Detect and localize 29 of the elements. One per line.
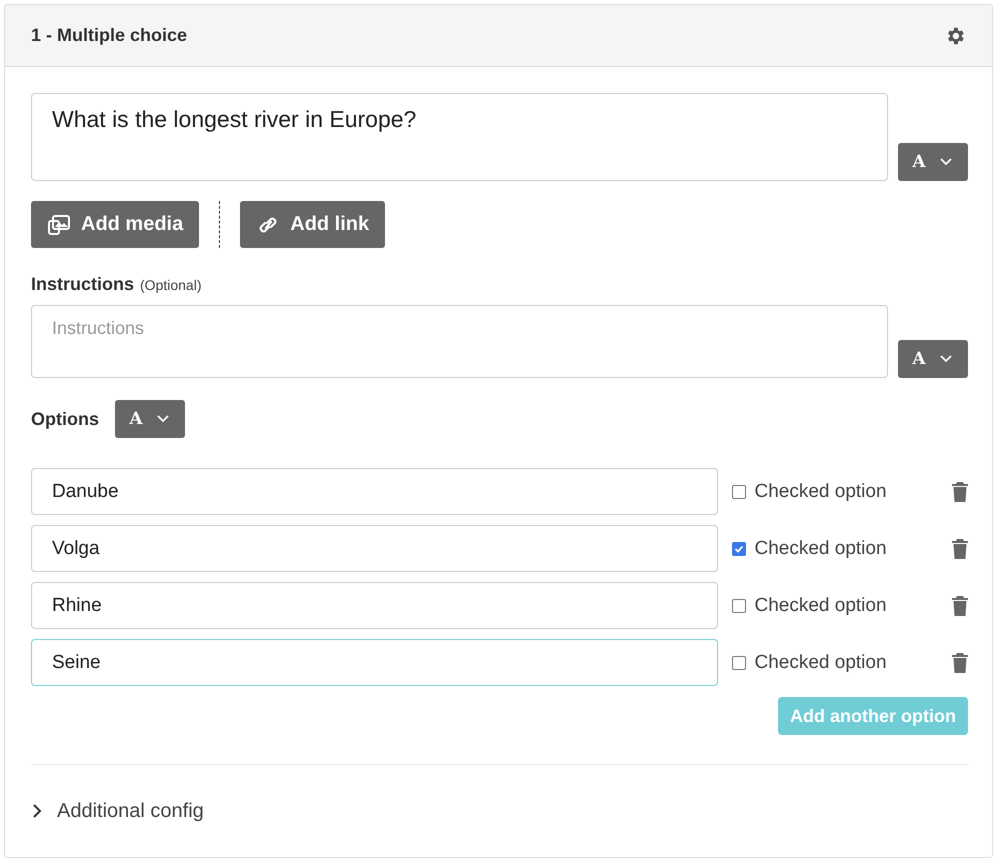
instructions-label: Instructions bbox=[31, 274, 134, 295]
option-field[interactable]: Seine bbox=[31, 639, 718, 686]
trash-icon[interactable] bbox=[952, 596, 968, 616]
add-link-button[interactable]: Add link bbox=[240, 201, 386, 248]
additional-config-toggle[interactable]: Additional config bbox=[31, 765, 968, 857]
font-dropdown-button[interactable]: A bbox=[898, 340, 968, 378]
option-field[interactable]: Rhine bbox=[31, 582, 718, 629]
checkbox[interactable] bbox=[732, 484, 746, 498]
checkbox-label: Checked option bbox=[754, 652, 887, 674]
trash-icon[interactable] bbox=[952, 482, 968, 502]
checkbox[interactable] bbox=[732, 656, 746, 670]
instructions-field[interactable]: Instructions bbox=[31, 305, 888, 378]
font-dropdown-button[interactable]: A bbox=[898, 143, 968, 181]
question-title: 1 - Multiple choice bbox=[31, 25, 188, 46]
checkbox[interactable] bbox=[732, 598, 746, 612]
option-field[interactable]: Volga bbox=[31, 525, 718, 572]
images-icon bbox=[47, 214, 71, 236]
checkbox-label: Checked option bbox=[754, 594, 887, 616]
options-label: Options bbox=[31, 408, 99, 430]
trash-icon[interactable] bbox=[952, 538, 968, 558]
add-media-button[interactable]: Add media bbox=[31, 201, 200, 248]
optional-hint: (Optional) bbox=[140, 277, 202, 293]
checkbox[interactable] bbox=[732, 542, 746, 556]
checkbox-label: Checked option bbox=[754, 538, 887, 560]
font-dropdown-button[interactable]: A bbox=[115, 400, 185, 438]
trash-icon[interactable] bbox=[952, 652, 968, 672]
checkbox-label: Checked option bbox=[754, 480, 887, 502]
question-field[interactable]: What is the longest river in Europe? bbox=[31, 93, 888, 181]
option-field[interactable]: Danube bbox=[31, 468, 718, 515]
